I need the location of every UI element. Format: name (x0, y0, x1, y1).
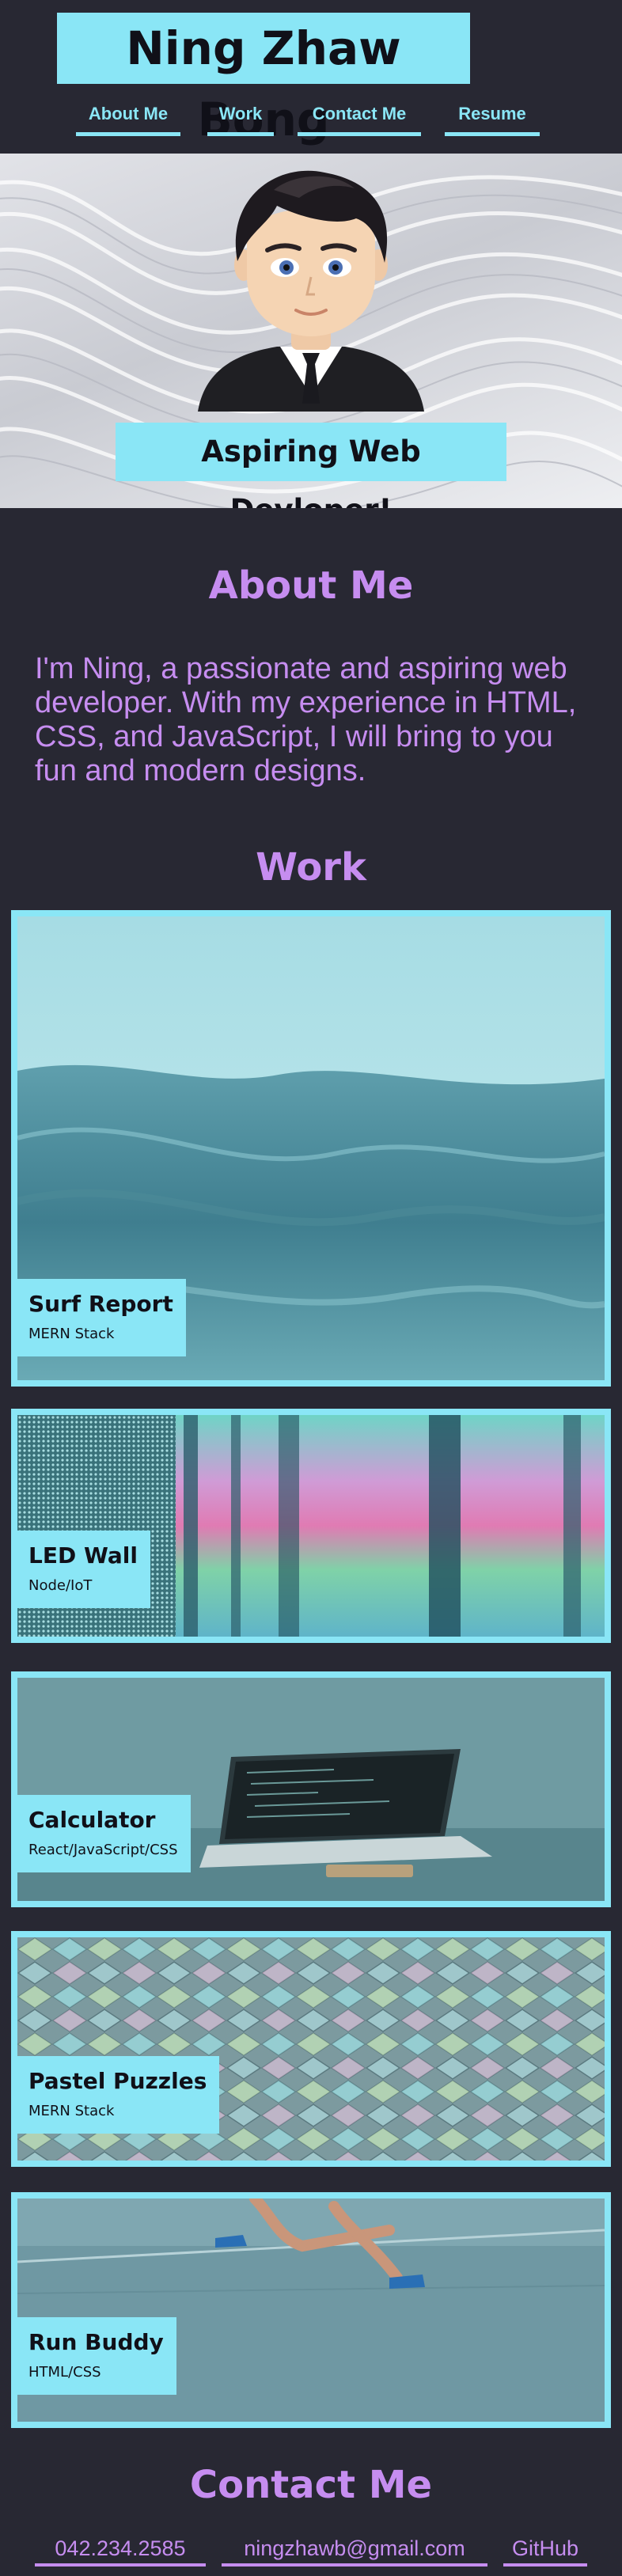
project-card-pastel-puzzles[interactable]: Pastel Puzzles MERN Stack (11, 1931, 611, 2167)
hero-section: Aspiring Web Devloper! (0, 154, 622, 508)
project-label: Calculator React/JavaScript/CSS (17, 1795, 191, 1872)
project-stack: Node/IoT (28, 1577, 93, 1594)
project-card-surf-report[interactable]: Surf Report MERN Stack (11, 910, 611, 1387)
main-nav: About Me Work Contact Me Resume (0, 100, 622, 136)
email-link[interactable]: ningzhawb@gmail.com (222, 2535, 487, 2567)
phone-link[interactable]: 042.234.2585 (35, 2535, 206, 2567)
project-stack: React/JavaScript/CSS (28, 1842, 178, 1858)
avatar-illustration (198, 170, 424, 412)
contact-links: 042.234.2585 ningzhawb@gmail.com GitHub (0, 2535, 622, 2567)
project-label: Run Buddy HTML/CSS (17, 2317, 176, 2395)
project-label: Pastel Puzzles MERN Stack (17, 2056, 220, 2134)
project-title: LED Wall (28, 1542, 138, 1569)
github-link[interactable]: GitHub (503, 2535, 587, 2567)
site-title: Ning Zhaw Bong (57, 13, 470, 146)
about-heading: About Me (208, 563, 414, 608)
project-label: Surf Report MERN Stack (17, 1279, 186, 1356)
contact-heading: Contact Me (189, 2463, 433, 2507)
nav-link-contact[interactable]: Contact Me (298, 100, 421, 136)
project-card-led-wall[interactable]: LED Wall Node/IoT (11, 1409, 611, 1643)
project-title: Run Buddy (28, 2329, 164, 2355)
project-title: Surf Report (28, 1291, 173, 1317)
hero-banner: Aspiring Web Devloper! (116, 423, 506, 508)
project-stack: MERN Stack (28, 1326, 115, 1342)
nav-link-resume[interactable]: Resume (445, 100, 540, 136)
project-title: Pastel Puzzles (28, 2068, 207, 2094)
project-stack: HTML/CSS (28, 2364, 101, 2381)
nav-link-about[interactable]: About Me (76, 100, 180, 136)
project-title: Calculator (28, 1807, 156, 1833)
about-text: I'm Ning, a passionate and aspiring web … (35, 652, 577, 787)
project-card-run-buddy[interactable]: Run Buddy HTML/CSS (11, 2192, 611, 2428)
project-card-calculator[interactable]: Calculator React/JavaScript/CSS (11, 1671, 611, 1907)
project-stack: MERN Stack (28, 2103, 115, 2119)
work-heading: Work (256, 845, 366, 890)
project-label: LED Wall Node/IoT (17, 1531, 150, 1608)
nav-link-work[interactable]: Work (207, 100, 274, 136)
